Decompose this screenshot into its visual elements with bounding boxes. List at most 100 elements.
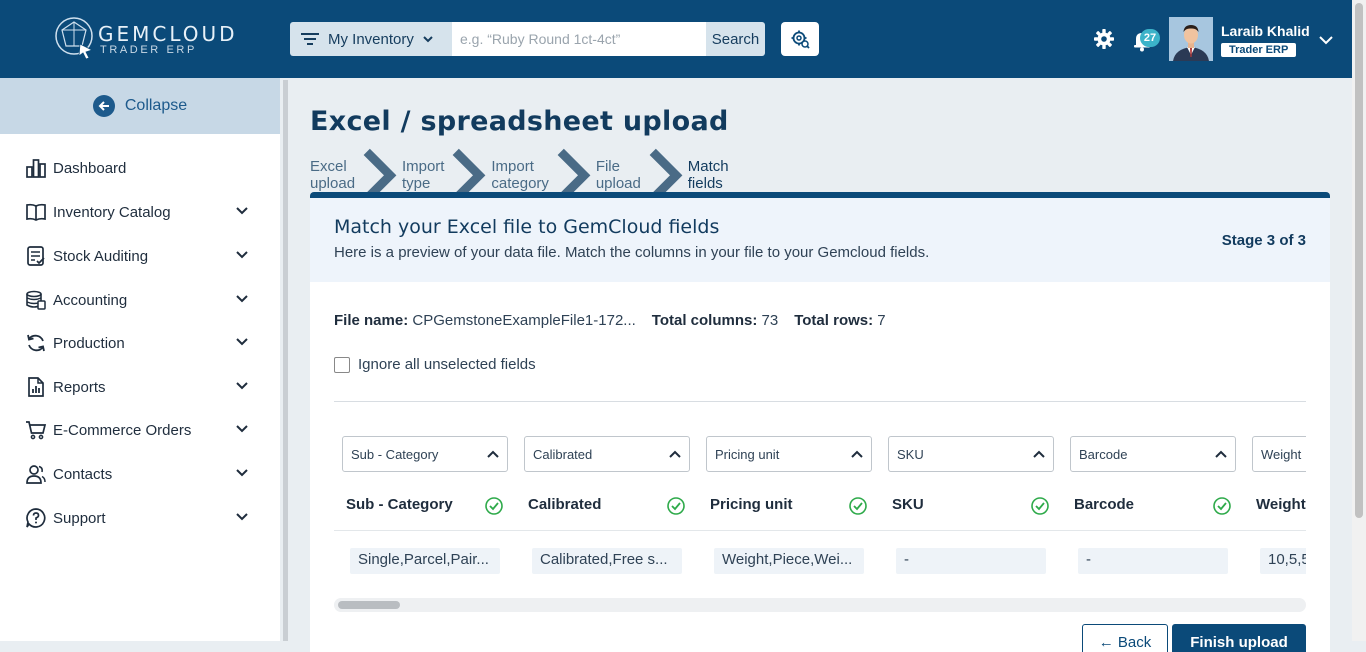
chevron-up-icon <box>1033 450 1045 458</box>
column-header: Weight <box>1256 496 1306 513</box>
vertical-scrollbar[interactable] <box>1352 0 1366 641</box>
cart-icon <box>26 421 47 440</box>
sidebar-item-label: Contacts <box>53 465 113 483</box>
report-icon <box>28 377 44 397</box>
column-header: Pricing unit <box>710 496 793 513</box>
sidebar-item-label: Production <box>53 334 125 352</box>
card-description: Here is a preview of your data file. Mat… <box>334 244 930 261</box>
breadcrumb-item[interactable]: Import type <box>402 158 445 192</box>
sidebar-item-label: Support <box>53 509 106 527</box>
brand-subtitle: TRADER ERP <box>100 44 197 56</box>
match-fields-card: Match your Excel file to GemCloud fields… <box>310 192 1330 652</box>
sidebar-item-label: Inventory Catalog <box>53 203 171 221</box>
search-button[interactable]: Search <box>706 22 765 56</box>
refresh-icon <box>27 334 45 352</box>
brand-logo[interactable]: GEMCLOUD TRADER ERP <box>52 14 242 64</box>
chevron-up-icon <box>487 450 499 458</box>
user-avatar-icon <box>1169 17 1213 61</box>
chevron-up-icon <box>1215 450 1227 458</box>
field-select[interactable]: Pricing unit <box>706 436 872 472</box>
search-bar: My Inventory Search <box>290 22 765 56</box>
cell-value: Single,Parcel,Pair... <box>350 548 500 574</box>
check-circle-icon <box>1031 497 1049 515</box>
sidebar-item-reports[interactable]: Reports <box>0 367 280 407</box>
sidebar-item-stock-auditing[interactable]: Stock Auditing <box>0 236 280 276</box>
sidebar-item-accounting[interactable]: Accounting <box>0 280 280 320</box>
cell-value: 10,5,5 <box>1260 548 1306 574</box>
sidebar-item-label: E-Commerce Orders <box>53 421 192 439</box>
book-icon <box>26 203 46 221</box>
check-circle-icon <box>849 497 867 515</box>
card-header: Match your Excel file to GemCloud fields… <box>310 198 1330 282</box>
breadcrumb-item[interactable]: Excel upload <box>310 158 355 192</box>
chevron-down-icon <box>236 425 248 433</box>
sidebar-item-support[interactable]: Support <box>0 498 280 538</box>
check-circle-icon <box>667 497 685 515</box>
breadcrumb-current: Match fields <box>687 158 729 193</box>
collapse-button[interactable]: Collapse <box>0 78 280 134</box>
help-icon <box>26 508 46 528</box>
scrollbar-thumb[interactable] <box>1355 3 1363 518</box>
sidebar-item-contacts[interactable]: Contacts <box>0 454 280 494</box>
field-select[interactable]: SKU <box>888 436 1054 472</box>
breadcrumb-item[interactable]: Import category <box>491 158 549 192</box>
sidebar-item-e-commerce-orders[interactable]: E-Commerce Orders <box>0 410 280 450</box>
column-header: SKU <box>892 496 924 513</box>
ignore-unselected-checkbox[interactable]: Ignore all unselected fields <box>334 356 536 373</box>
inventory-select[interactable]: My Inventory <box>290 22 452 56</box>
notification-badge: 27 <box>1140 29 1160 47</box>
file-info: File name: CPGemstoneExampleFile1-172...… <box>334 312 886 329</box>
chevron-down-icon <box>236 207 248 215</box>
chevron-down-icon <box>236 382 248 390</box>
breadcrumb-item[interactable]: File upload <box>596 158 641 192</box>
column-mapping-grid: Sub - Category Sub - Category Single,Par… <box>334 430 1306 590</box>
divider <box>334 401 1306 402</box>
chevron-down-icon <box>236 251 248 259</box>
user-name[interactable]: Laraib Khalid <box>1221 23 1310 39</box>
cell-value: Weight,Piece,Wei... <box>714 548 864 574</box>
chevron-up-icon <box>851 450 863 458</box>
file-name-info: File name: CPGemstoneExampleFile1-172... <box>334 312 636 329</box>
chevron-down-icon <box>236 469 248 477</box>
search-input[interactable] <box>452 22 706 56</box>
gear-icon[interactable] <box>1093 28 1115 50</box>
card-title: Match your Excel file to GemCloud fields <box>334 216 720 238</box>
field-select[interactable]: Weight <box>1252 436 1306 472</box>
checkbox[interactable] <box>334 356 350 373</box>
total-columns-info: Total columns: 73 <box>651 312 779 329</box>
scrollbar-thumb[interactable] <box>338 601 400 609</box>
finish-upload-button[interactable]: Finish upload <box>1172 624 1306 652</box>
sidebar-resize-handle[interactable] <box>283 80 288 641</box>
field-select[interactable]: Sub - Category <box>342 436 508 472</box>
field-select[interactable]: Calibrated <box>524 436 690 472</box>
inventory-select-label: My Inventory <box>328 30 414 48</box>
coins-icon <box>26 290 46 310</box>
total-rows-info: Total rows: 7 <box>794 312 886 329</box>
sidebar-item-production[interactable]: Production <box>0 323 280 363</box>
contacts-icon <box>26 465 46 484</box>
search-settings-button[interactable] <box>781 22 819 56</box>
user-role-badge: Trader ERP <box>1221 43 1297 57</box>
clipboard-icon <box>27 246 45 266</box>
sidebar-item-label: Accounting <box>53 291 128 309</box>
user-menu-chevron-icon[interactable] <box>1318 34 1334 46</box>
field-select[interactable]: Barcode <box>1070 436 1236 472</box>
dashboard-icon <box>26 159 46 178</box>
column-header: Barcode <box>1074 496 1135 513</box>
horizontal-scrollbar[interactable] <box>334 598 1306 612</box>
check-circle-icon <box>1213 497 1231 515</box>
chevron-down-icon <box>236 338 248 346</box>
row-divider <box>334 530 1306 531</box>
search-settings-icon <box>791 30 810 49</box>
cell-value: Calibrated,Free s... <box>532 548 682 574</box>
sidebar-item-label: Reports <box>53 378 106 396</box>
cell-value: - <box>1078 548 1228 574</box>
sidebar-item-inventory-catalog[interactable]: Inventory Catalog <box>0 192 280 232</box>
sidebar-item-dashboard[interactable]: Dashboard <box>0 148 280 188</box>
main-content: Excel / spreadsheet upload Excel upload … <box>290 78 1350 652</box>
back-button[interactable]: ← Back <box>1082 624 1168 652</box>
brand-name: GEMCLOUD <box>98 22 238 46</box>
chevron-up-icon <box>669 450 681 458</box>
collapse-label: Collapse <box>124 97 188 114</box>
avatar[interactable] <box>1169 17 1213 61</box>
